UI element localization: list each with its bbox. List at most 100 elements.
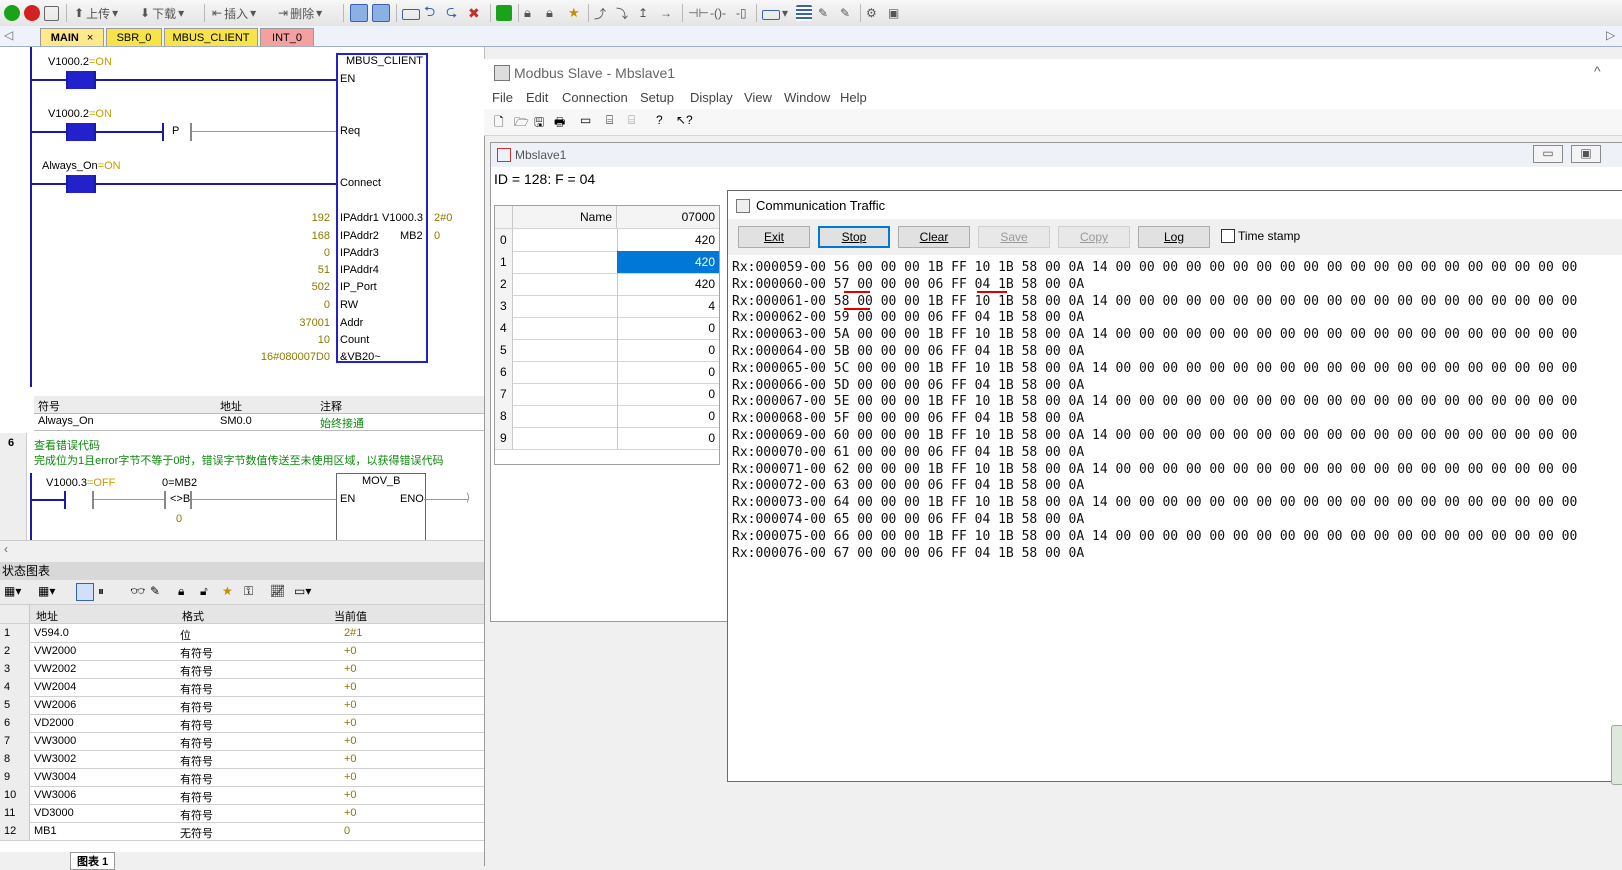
window-icon[interactable] [402,4,420,22]
go-icon[interactable] [496,4,512,22]
register-value-cell[interactable]: 0 [617,427,719,449]
help-icon[interactable]: ? [656,113,663,127]
register-value-cell[interactable]: 420 [617,273,719,295]
name-cell[interactable] [513,251,618,273]
table-row[interactable]: 6 VD2000 有符号 +0 [0,714,484,733]
table-row[interactable]: 3 VW2002 有符号 +0 [0,660,484,679]
address-cell[interactable]: VW2002 [34,663,76,675]
name-cell[interactable] [513,383,618,405]
bookmark-icon[interactable]: ★ [568,4,580,22]
address-cell[interactable]: VW3002 [34,753,76,765]
symbol-table-icon[interactable] [796,4,812,22]
menu-file[interactable]: File [492,90,513,105]
branch-down-icon[interactable]: ⤵ [616,4,628,22]
menu-connection[interactable]: Connection [562,90,628,105]
register-value-cell[interactable]: 4 [617,295,719,317]
register-grid[interactable]: Name 07000 0 420 1 420 2 420 3 4 4 0 5 0 6 0 7 0 8 0 9 0 [494,205,720,465]
back-icon[interactable]: ⮌ [424,3,435,22]
table-row[interactable]: 10 VW3006 有符号 +0 [0,786,484,805]
star-icon[interactable]: ★ [222,584,233,598]
run-icon[interactable] [4,4,20,22]
format-cell[interactable]: 有符号 [180,699,213,715]
menu-help[interactable]: Help [840,90,867,105]
chart-status-icon[interactable] [372,4,390,22]
contact2[interactable] [66,123,96,141]
register-value-cell[interactable]: 0 [617,317,719,339]
register-value-cell[interactable]: 420 [617,229,719,251]
tool-icon[interactable]: ⚙ [866,4,877,22]
connect-icon[interactable]: ⌸ [606,113,613,128]
save-icon[interactable]: ▣ [888,4,899,22]
disconnect-icon[interactable]: ⌸ [628,113,635,128]
clear-icon[interactable]: ✖ [468,4,480,22]
upload-button[interactable]: ⬆ 上传 ▾ [74,4,118,22]
table-row[interactable]: 34 [495,295,719,318]
table-row[interactable]: 2 420 [495,273,719,296]
register-value-cell[interactable]: 0 [617,405,719,427]
menu-setup[interactable]: Setup [640,90,674,105]
chart-status-toggle-icon[interactable] [76,583,94,601]
table-row[interactable]: 70 [495,383,719,406]
format-cell[interactable]: 有符号 [180,717,213,733]
table-row[interactable]: 60 [495,361,719,384]
tab-int0[interactable]: INT_0 [260,28,314,46]
table-row[interactable]: 50 [495,339,719,362]
pause-icon[interactable]: ⏸ [98,584,104,599]
tab-sbr0[interactable]: SBR_0 [106,28,162,46]
ladder-editor[interactable]: V1000.2=ON V1000.2=ON P Always_On=ON MBU… [0,47,485,540]
table-row[interactable]: 1 V594.0 位 2#1 [0,624,484,643]
tab-scroll-left-icon[interactable]: ◁ [4,28,13,42]
format-cell[interactable]: 位 [180,627,191,643]
address-cell[interactable]: V594.0 [34,627,69,639]
contact3[interactable] [66,175,96,193]
scroll-left-icon[interactable]: ‹ [4,542,8,556]
name-cell[interactable] [513,229,618,251]
tab-mbus-client[interactable]: MBUS_CLIENT [164,28,258,46]
table-row[interactable]: 1 420 [495,251,719,274]
unlock-icon[interactable]: 🔓︎ [200,584,208,599]
box-icon[interactable]: -▯ [736,4,747,22]
glasses-icon[interactable]: 👓︎ [130,584,145,598]
window-icon[interactable]: ▭ [580,113,591,127]
copy-button[interactable]: Copy [1058,226,1130,248]
forward-icon[interactable]: ⮎ [446,3,457,22]
program-status-icon[interactable] [350,4,368,22]
save-icon[interactable]: 🖫︎ [534,113,544,134]
exit-button[interactable]: Exit [738,226,810,248]
table-row[interactable]: 9 VW3004 有符号 +0 [0,768,484,787]
download-button[interactable]: ⬇ 下载 ▾ [140,4,184,22]
register-value-cell[interactable]: 420 [617,251,719,273]
table-row[interactable]: 7 VW3000 有符号 +0 [0,732,484,751]
address-cell[interactable]: VW3004 [34,771,76,783]
menu-view[interactable]: View [744,90,772,105]
name-cell[interactable] [513,361,618,383]
menu-display[interactable]: Display [690,90,733,105]
dropdown-icon[interactable]: ▭▾ [294,584,311,598]
edit2-icon[interactable]: ✎ [840,4,850,22]
address-cell[interactable]: VW3006 [34,789,76,801]
menu-edit[interactable]: Edit [526,90,548,105]
insert-button[interactable]: ⇤ 插入 ▾ [212,4,256,22]
minimize-button[interactable]: ▭ [1533,145,1563,163]
format-cell[interactable]: 有符号 [180,735,213,751]
save-button[interactable]: Save [978,226,1050,248]
address-cell[interactable]: VW2000 [34,645,76,657]
log-button[interactable]: Log [1138,226,1210,248]
table-row[interactable]: 8 VW3002 有符号 +0 [0,750,484,769]
table-row[interactable]: 2 VW2000 有符号 +0 [0,642,484,661]
trend-icon[interactable]: 📈︎ [270,584,285,598]
network-icon[interactable]: ▾ [762,4,788,22]
address-cell[interactable]: VW2004 [34,681,76,693]
address-cell[interactable]: MB1 [34,825,57,837]
ladder-hscrollbar[interactable]: ‹ [0,540,484,557]
table-row[interactable]: 5 VW2006 有符号 +0 [0,696,484,715]
address-cell[interactable]: VD2000 [34,717,74,729]
close-icon[interactable]: × [87,32,93,44]
format-cell[interactable]: 有符号 [180,771,213,787]
timestamp-checkbox[interactable] [1221,229,1235,243]
table-row[interactable]: 0 420 [495,229,719,252]
insert-row-icon[interactable]: ▦▾ [38,584,55,598]
table-row[interactable]: 4 VW2004 有符号 +0 [0,678,484,697]
context-help-icon[interactable]: ↖? [676,113,693,127]
tab-main[interactable]: MAIN × [40,28,104,46]
